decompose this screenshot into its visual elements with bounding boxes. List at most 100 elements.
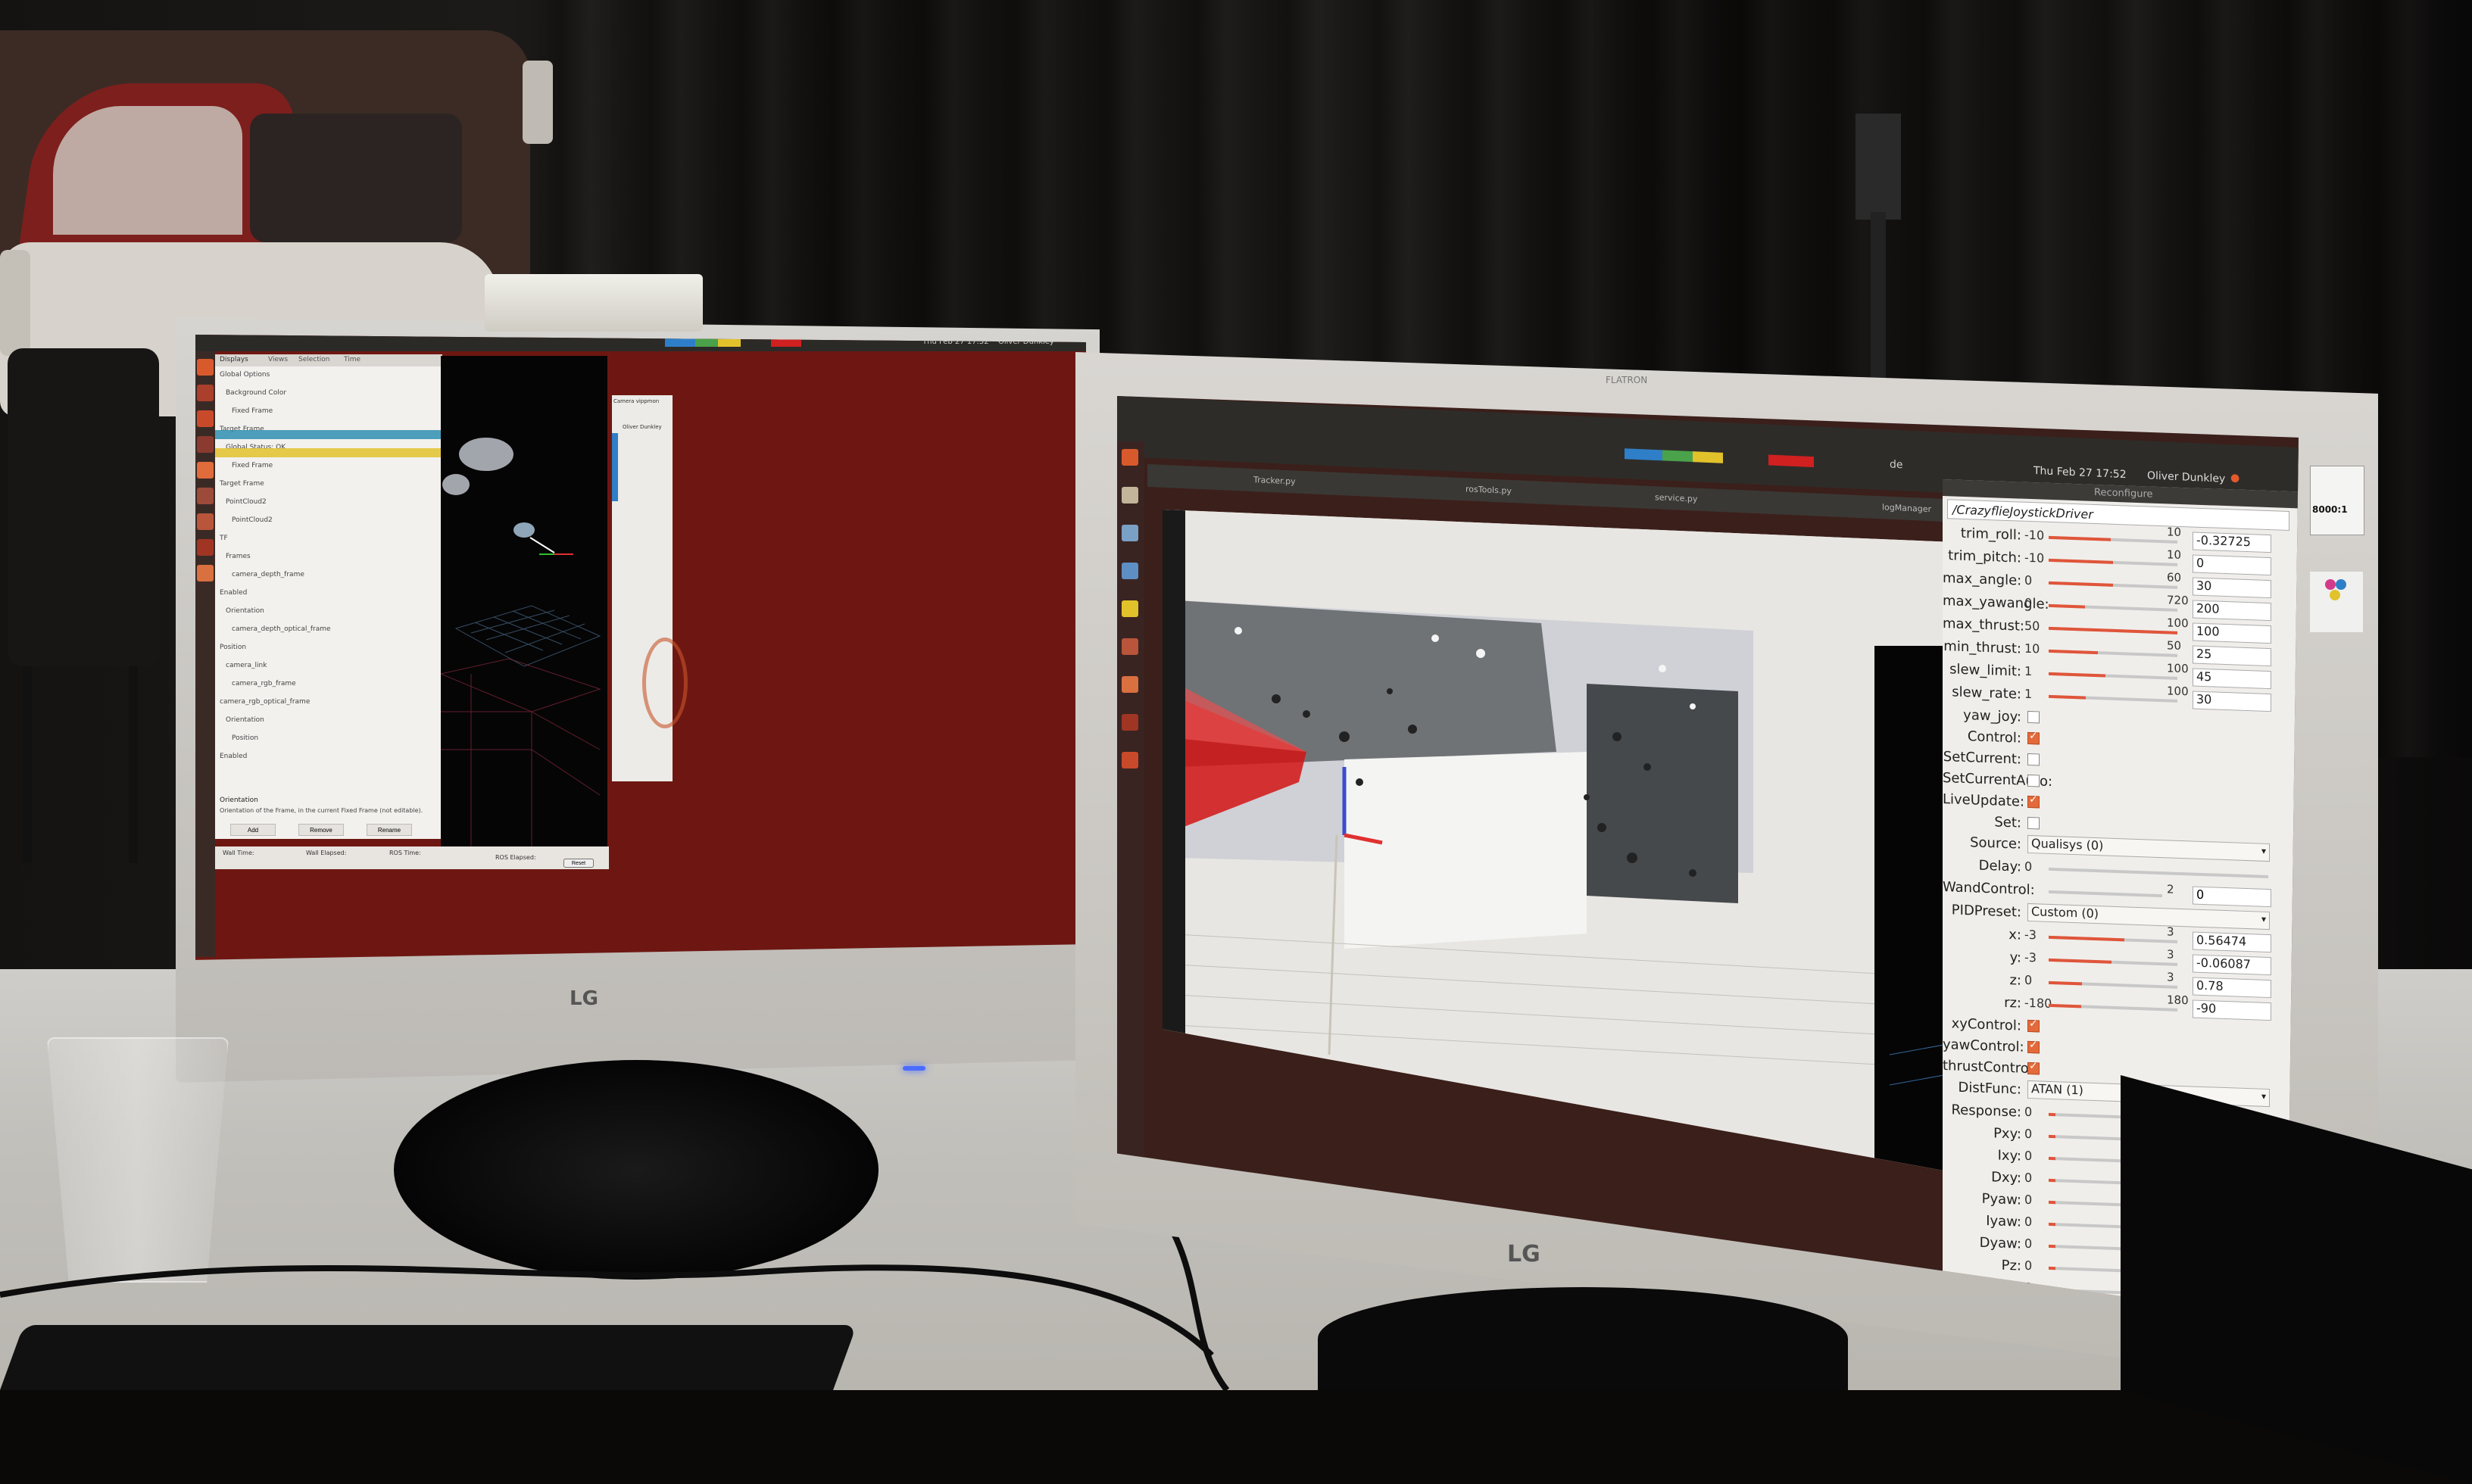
launcher-icon[interactable] bbox=[1122, 676, 1138, 693]
launcher-icon[interactable] bbox=[1122, 714, 1138, 731]
param-min: -10 bbox=[2024, 527, 2045, 543]
wandcontrol-slider[interactable] bbox=[2049, 890, 2162, 898]
param-slider[interactable] bbox=[2049, 535, 2177, 544]
close-icon[interactable]: ● bbox=[2230, 472, 2239, 485]
tree-row[interactable]: PointCloud2 bbox=[226, 498, 267, 507]
launcher-icon[interactable] bbox=[1122, 449, 1138, 466]
launcher-icon[interactable] bbox=[197, 359, 214, 376]
param-slider-fill bbox=[2049, 1222, 2055, 1227]
launcher-icon[interactable] bbox=[197, 410, 214, 427]
param-checkbox[interactable] bbox=[2027, 795, 2040, 809]
param-slider[interactable] bbox=[2049, 626, 2177, 634]
param-min: 0 bbox=[2024, 572, 2033, 588]
tree-row[interactable]: TF bbox=[220, 535, 228, 544]
param-value-field[interactable]: 0 bbox=[2193, 554, 2271, 576]
param-value-field[interactable]: 45 bbox=[2193, 668, 2271, 690]
param-checkbox[interactable] bbox=[2027, 731, 2040, 745]
wandcontrol-value-field[interactable]: 0 bbox=[2193, 886, 2271, 908]
tree-row[interactable]: Orientation bbox=[226, 716, 264, 725]
tree-row[interactable]: Fixed Frame bbox=[232, 462, 273, 471]
tree-row[interactable]: Target Frame bbox=[220, 480, 264, 489]
param-value-field[interactable]: -90 bbox=[2193, 999, 2271, 1021]
rename-button[interactable]: Rename bbox=[367, 824, 412, 836]
editor-tab[interactable]: Tracker.py bbox=[1253, 475, 1296, 486]
param-checkbox[interactable] bbox=[2027, 753, 2040, 766]
param-slider[interactable] bbox=[2049, 935, 2177, 943]
tree-row[interactable]: camera_link bbox=[226, 662, 267, 671]
param-checkbox[interactable] bbox=[2027, 1062, 2040, 1075]
launcher-icon[interactable] bbox=[1122, 638, 1138, 655]
param-checkbox[interactable] bbox=[2027, 1019, 2040, 1033]
param-label: Iyaw: bbox=[1986, 1212, 2021, 1230]
launcher-icon[interactable] bbox=[197, 565, 214, 581]
right-topbar-user[interactable]: Oliver Dunkley bbox=[2147, 469, 2225, 485]
param-checkbox[interactable] bbox=[2027, 710, 2040, 724]
tree-row[interactable]: Enabled bbox=[220, 753, 247, 762]
param-slider[interactable] bbox=[2049, 581, 2177, 589]
reset-button[interactable]: Reset bbox=[563, 859, 594, 868]
selection-tab[interactable]: Selection bbox=[298, 356, 329, 363]
param-value-field[interactable]: -0.06087 bbox=[2193, 954, 2271, 976]
tree-row[interactable]: Position bbox=[220, 644, 246, 653]
launcher-icon[interactable] bbox=[197, 513, 214, 530]
tree-row[interactable]: Frames bbox=[226, 553, 251, 562]
tree-row[interactable]: Orientation bbox=[226, 607, 264, 616]
editor-tab[interactable]: rosTools.py bbox=[1465, 484, 1512, 496]
param-value-field[interactable]: 0.56474 bbox=[2193, 931, 2271, 953]
launcher-icon[interactable] bbox=[1122, 752, 1138, 768]
tree-row[interactable]: Background Color bbox=[226, 389, 286, 398]
tree-row[interactable]: camera_depth_optical_frame bbox=[232, 625, 331, 634]
launcher-icon[interactable] bbox=[197, 385, 214, 401]
tree-row[interactable]: camera_rgb_frame bbox=[232, 680, 296, 689]
param-value-field[interactable]: 100 bbox=[2193, 622, 2271, 644]
launcher-icon[interactable] bbox=[1122, 600, 1138, 617]
editor-tab[interactable]: logManager bbox=[1882, 502, 1931, 514]
param-slider[interactable] bbox=[2049, 1003, 2177, 1012]
launcher-icon[interactable] bbox=[197, 436, 214, 453]
param-label: yawControl: bbox=[1943, 1037, 2024, 1055]
displays-tab[interactable]: Displays bbox=[220, 356, 248, 363]
param-slider[interactable] bbox=[2049, 649, 2177, 657]
param-slider[interactable] bbox=[2049, 558, 2177, 566]
param-value-field[interactable]: -0.32725 bbox=[2193, 532, 2271, 553]
param-value-field[interactable]: 200 bbox=[2193, 600, 2271, 622]
rviz-camera-view[interactable] bbox=[1163, 510, 1973, 1176]
rviz-3d-view[interactable] bbox=[439, 356, 607, 848]
delay-slider[interactable] bbox=[2049, 867, 2268, 879]
launcher-icon[interactable] bbox=[1122, 563, 1138, 579]
param-checkbox[interactable] bbox=[2027, 774, 2040, 787]
param-value-field[interactable]: 0.78 bbox=[2193, 977, 2271, 999]
tree-row[interactable]: camera_depth_frame bbox=[232, 571, 304, 580]
time-tab[interactable]: Time bbox=[344, 356, 360, 363]
param-slider[interactable] bbox=[2049, 672, 2177, 680]
tree-row[interactable]: PointCloud2 bbox=[232, 516, 273, 525]
param-slider[interactable] bbox=[2049, 980, 2177, 989]
param-slider[interactable] bbox=[2049, 958, 2177, 966]
launcher-icon[interactable] bbox=[197, 462, 214, 479]
param-checkbox[interactable] bbox=[2027, 1040, 2040, 1054]
tree-row[interactable]: camera_rgb_optical_frame bbox=[220, 698, 310, 707]
param-value-field[interactable]: 30 bbox=[2193, 691, 2271, 712]
launcher-icon[interactable] bbox=[1122, 525, 1138, 541]
param-slider[interactable] bbox=[2049, 603, 2177, 612]
launcher-icon[interactable] bbox=[197, 488, 214, 504]
remove-button[interactable]: Remove bbox=[298, 824, 344, 836]
param-slider-fill bbox=[2049, 558, 2113, 564]
param-checkbox[interactable] bbox=[2027, 816, 2040, 830]
tree-row[interactable]: Global Options bbox=[220, 371, 270, 380]
tree-row[interactable]: Enabled bbox=[220, 589, 247, 598]
param-value-field[interactable]: 30 bbox=[2193, 577, 2271, 599]
tree-row[interactable]: Position bbox=[232, 734, 258, 744]
launcher-icon[interactable] bbox=[1122, 487, 1138, 504]
param-label: PIDPreset: bbox=[1951, 902, 2021, 921]
lang-indicator[interactable]: de bbox=[1890, 459, 1903, 472]
editor-tab[interactable]: service.py bbox=[1655, 492, 1697, 504]
left-screen: Thu Feb 27 17:52 Oliver Dunkley Displays bbox=[195, 335, 1086, 960]
launcher-icon[interactable] bbox=[197, 539, 214, 556]
views-tab[interactable]: Views bbox=[268, 356, 288, 363]
add-button[interactable]: Add bbox=[230, 824, 276, 836]
param-value-field[interactable]: 25 bbox=[2193, 645, 2271, 667]
right-topbar-clock[interactable]: Thu Feb 27 17:52 bbox=[2033, 465, 2127, 481]
param-slider[interactable] bbox=[2049, 694, 2177, 703]
tree-row[interactable]: Fixed Frame bbox=[232, 407, 273, 416]
